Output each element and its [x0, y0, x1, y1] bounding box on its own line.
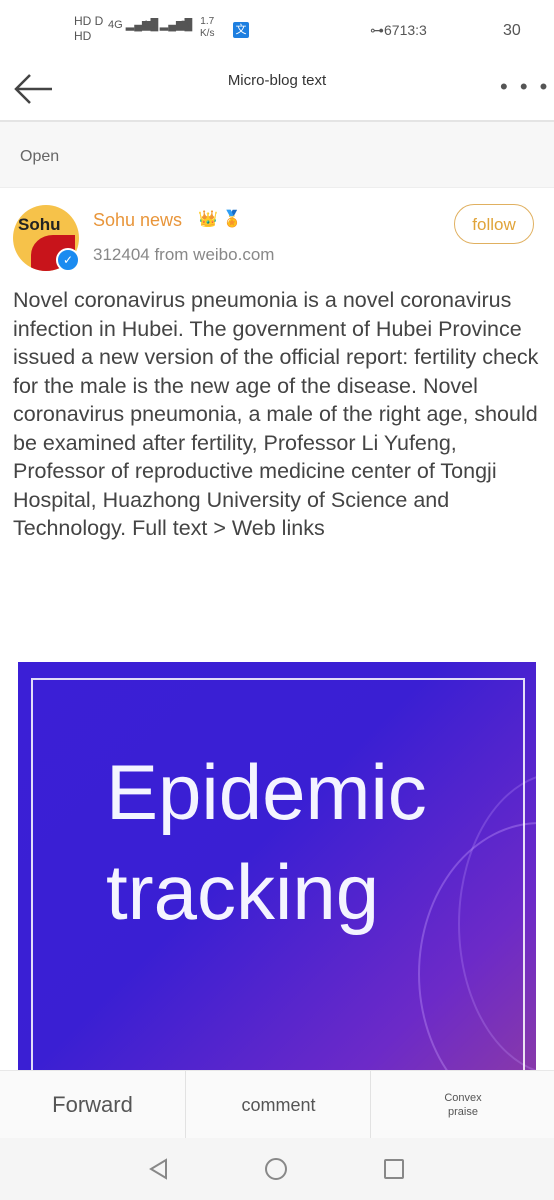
network-speed: 1.7 K/s — [200, 16, 215, 39]
action-bar: Forward comment Convex praise — [0, 1070, 554, 1139]
post-body: Novel coronavirus pneumonia is a novel c… — [13, 288, 539, 540]
clock: 30 — [503, 22, 521, 39]
more-horizontal-icon[interactable]: • • • — [500, 74, 550, 100]
network-type: HD D HD — [74, 14, 103, 44]
image-title: Epidemic tracking — [106, 748, 427, 936]
open-banner: Open — [0, 122, 554, 188]
network-hd-label-2: HD — [74, 29, 92, 43]
status-bar: HD D HD 4G ▂▄▆█ 4G ▂▄▆█ ◠ 1.7 K/s 文 ⊶671… — [0, 0, 554, 60]
post-image[interactable]: Epidemic tracking — [18, 662, 536, 1082]
forward-button[interactable]: Forward — [0, 1071, 185, 1139]
open-link[interactable]: Open — [20, 148, 59, 166]
post-meta: 312404 from weibo.com — [93, 245, 275, 264]
system-nav-bar — [0, 1138, 554, 1200]
praise-label: Convex praise — [444, 1092, 482, 1118]
weibo-post: Sohu ✓ Sohu news 👑 🏅 312404 from weibo.c… — [0, 188, 554, 1082]
app-notification-icon: 文 — [233, 22, 249, 38]
network-hd-label: HD D — [74, 14, 104, 28]
avatar-text: Sohu — [18, 215, 61, 234]
author-name[interactable]: Sohu news — [93, 210, 182, 231]
wifi-icon: ◠ — [176, 18, 190, 35]
verified-badge-icon: ✓ — [56, 248, 80, 272]
praise-button[interactable]: Convex praise — [370, 1071, 554, 1139]
comment-button[interactable]: comment — [185, 1071, 371, 1139]
follow-button[interactable]: follow — [454, 204, 534, 244]
page-title: Micro-blog text — [227, 72, 327, 89]
key-battery-indicator: ⊶6713:3 — [370, 22, 427, 38]
nav-home-icon[interactable] — [265, 1158, 287, 1180]
app-bar: Micro-blog text • • • — [0, 60, 554, 122]
nav-recents-icon[interactable] — [384, 1159, 404, 1179]
nav-back-icon[interactable] — [148, 1158, 170, 1185]
author-badges-icon: 👑 🏅 — [198, 211, 243, 228]
